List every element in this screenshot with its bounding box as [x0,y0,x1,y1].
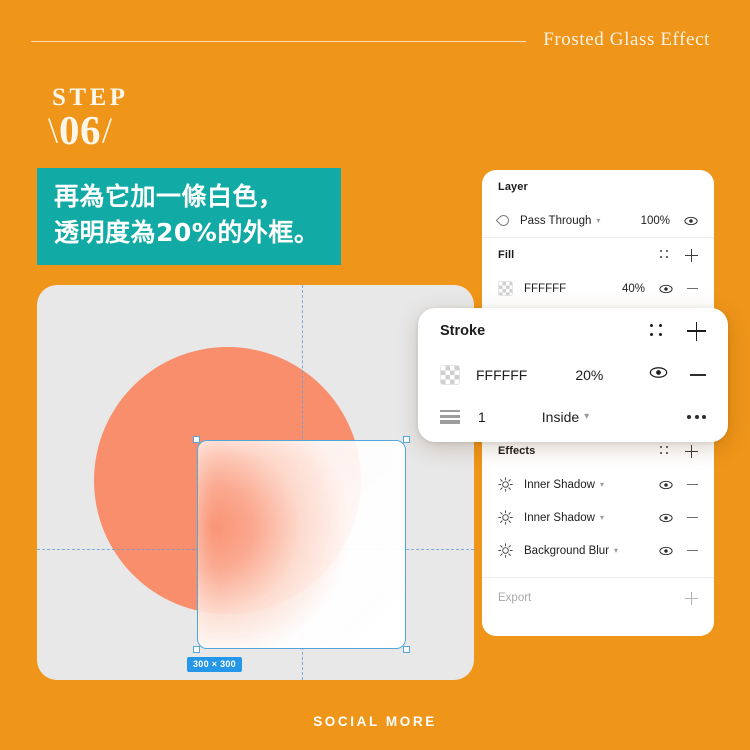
remove-effect-button[interactable] [687,516,698,519]
selection-handle-bottom-left[interactable] [193,646,200,653]
effects-section: Effects Inner Shadow ▾ Inner Shadow ▾ Ba… [482,434,714,567]
effect-label[interactable]: Inner Shadow [524,479,595,491]
fill-color-hex[interactable]: FFFFFF [524,283,566,295]
effect-label[interactable]: Inner Shadow [524,512,595,524]
stroke-color-swatch[interactable] [440,365,460,385]
chevron-down-icon[interactable]: ▾ [614,546,618,555]
fill-section-title: Fill [498,249,515,261]
remove-fill-button[interactable] [687,287,698,290]
fill-section-header: Fill [498,238,698,272]
visibility-eye-icon[interactable] [659,478,673,492]
visibility-eye-icon[interactable] [659,282,673,296]
blend-mode-value[interactable]: Pass Through [520,215,591,227]
effect-styles-icon[interactable] [660,445,671,457]
step-number: 06 [59,106,102,153]
chevron-down-icon[interactable]: ▾ [600,513,604,522]
effect-row[interactable]: Inner Shadow ▾ [498,468,698,501]
header-title: Frosted Glass Effect [543,29,710,50]
add-export-button[interactable] [685,591,698,605]
poster-canvas: Frosted Glass Effect STEP / 06 / 再為它加一條白… [0,0,750,750]
add-stroke-button[interactable] [687,321,706,341]
remove-effect-button[interactable] [687,483,698,486]
size-badge: 300 × 300 [187,657,242,672]
fill-styles-icon[interactable] [660,249,671,261]
layer-section: Layer Pass Through ▾ 100% [482,170,714,237]
visibility-eye-icon[interactable] [659,511,673,525]
export-label: Export [498,592,532,604]
stroke-weight-value[interactable]: 1 [478,409,486,425]
header-divider-rule [31,41,526,42]
effect-row[interactable]: Inner Shadow ▾ [498,501,698,534]
stroke-opacity-value[interactable]: 20% [575,367,603,383]
layer-blend-row[interactable]: Pass Through ▾ 100% [495,204,698,237]
fill-color-swatch[interactable] [498,281,513,296]
effects-section-title: Effects [498,445,536,457]
chevron-down-icon[interactable]: ▾ [600,480,604,489]
blend-mode-icon [495,212,512,229]
effect-sun-icon [498,477,513,492]
step-slash-left-icon: / [48,110,59,150]
caption-line-1: 再為它加一條白色， [54,182,284,211]
step-slash-right-icon: / [102,110,113,150]
stroke-popout-card: Stroke FFFFFF 20% 1 Inside ▾ [418,308,728,442]
layer-opacity-value[interactable]: 100% [641,215,670,227]
stroke-section-title: Stroke [440,323,486,339]
visibility-eye-icon[interactable] [684,214,698,228]
selection-handle-top-left[interactable] [193,436,200,443]
fill-item-row[interactable]: FFFFFF 40% [498,272,698,305]
design-canvas[interactable]: 300 × 300 [37,285,474,680]
remove-stroke-button[interactable] [690,374,706,376]
visibility-eye-icon[interactable] [649,363,668,387]
selection-bounding-box [197,440,406,649]
add-fill-button[interactable] [685,248,698,262]
footer-brand: SOCIAL MORE [313,714,437,729]
effect-row[interactable]: Background Blur ▾ [498,534,698,567]
stroke-styles-icon[interactable] [650,323,665,339]
stroke-weight-row[interactable]: 1 Inside ▾ [440,396,706,438]
chevron-down-icon[interactable]: ▾ [584,412,589,422]
selection-handle-top-right[interactable] [403,436,410,443]
remove-effect-button[interactable] [687,549,698,552]
stroke-card-header: Stroke [440,308,706,354]
stroke-align-value[interactable]: Inside [542,409,579,425]
export-section: Export [482,578,714,618]
stroke-more-options-button[interactable] [687,415,706,419]
add-effect-button[interactable] [685,444,698,458]
stroke-color-hex[interactable]: FFFFFF [476,367,527,383]
selection-handle-bottom-right[interactable] [403,646,410,653]
fill-section: Fill FFFFFF 40% [482,238,714,305]
fill-opacity-value[interactable]: 40% [622,283,645,295]
effect-sun-icon [498,543,513,558]
stroke-color-row[interactable]: FFFFFF 20% [440,354,706,396]
caption-line-2: 透明度為20%的外框。 [54,218,320,248]
stroke-weight-icon [440,409,460,425]
layer-section-header: Layer [498,170,698,204]
effect-label[interactable]: Background Blur [524,545,609,557]
export-section-header[interactable]: Export [498,578,698,618]
step-number-group: / 06 / [48,108,112,152]
caption-box: 再為它加一條白色， 透明度為20%的外框。 [37,168,342,265]
chevron-down-icon[interactable]: ▾ [596,216,600,225]
layer-section-title: Layer [498,181,528,193]
visibility-eye-icon[interactable] [659,544,673,558]
effect-sun-icon [498,510,513,525]
